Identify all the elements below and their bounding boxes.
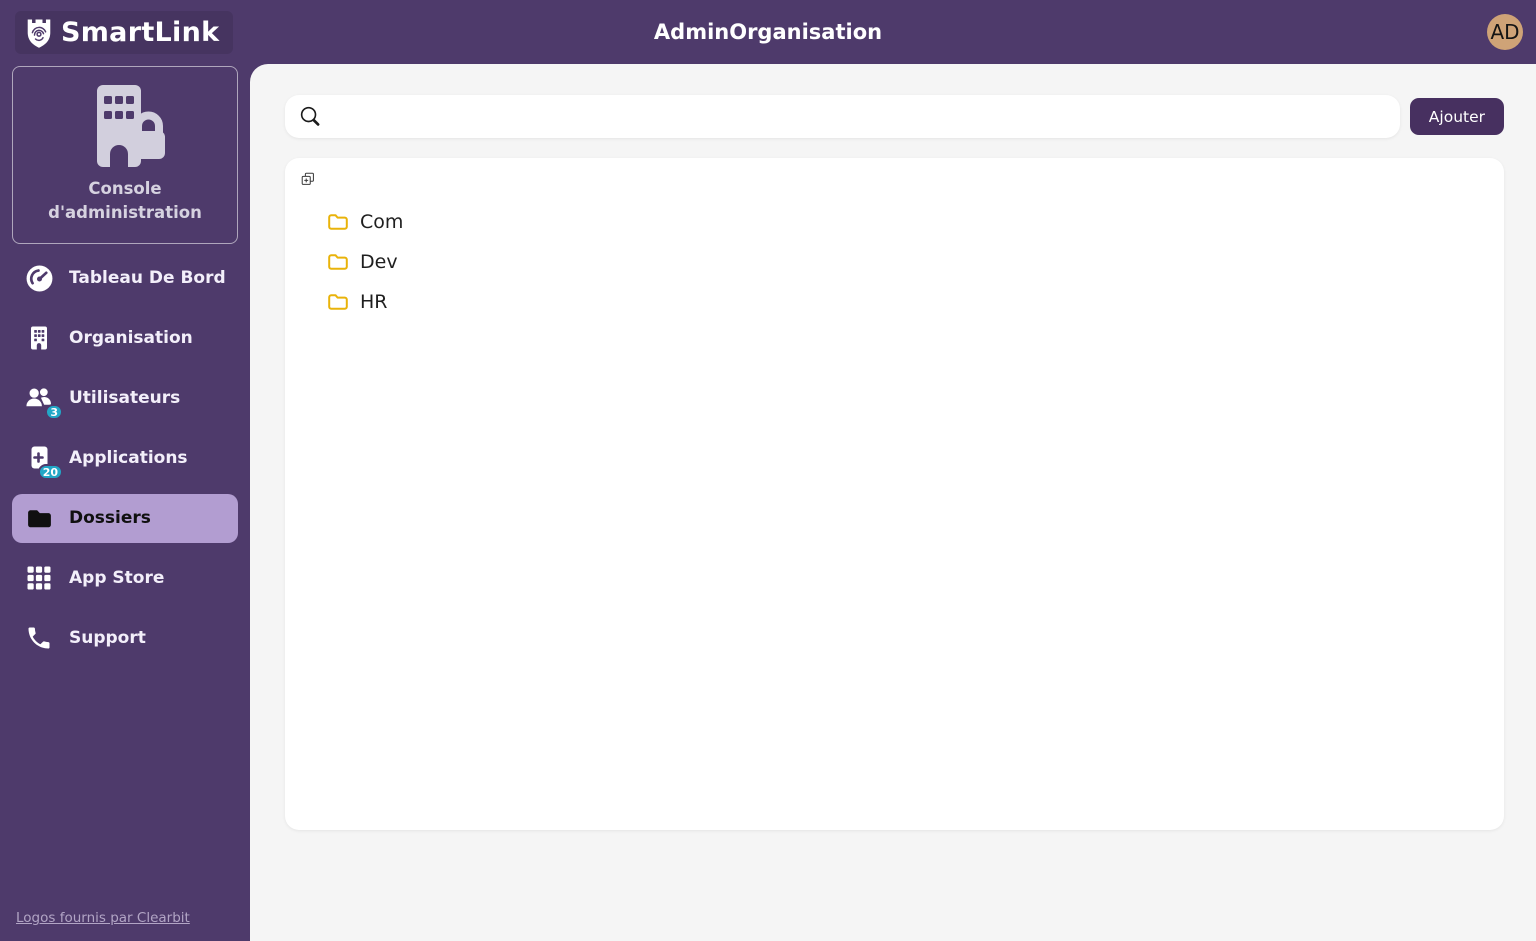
sidebar-item-support[interactable]: Support (12, 614, 238, 663)
apps-count-badge: 20 (37, 464, 63, 481)
topbar: SmartLink AdminOrganisation AD (0, 0, 1536, 64)
expand-all-icon[interactable] (301, 172, 315, 186)
folder-icon (24, 503, 54, 533)
logo-text: SmartLink (61, 16, 220, 48)
folder-icon (326, 290, 350, 314)
sidebar-item-utilisateurs[interactable]: 3 Utilisateurs (12, 374, 238, 423)
folder-row-dev[interactable]: Dev (326, 242, 1488, 282)
folder-name: Com (360, 211, 404, 233)
sidebar: Console d'administration Tableau De Bord (0, 64, 250, 941)
folder-icon (326, 210, 350, 234)
search-box (285, 95, 1400, 138)
main-content: Ajouter Com Dev HR (250, 64, 1536, 941)
users-count-badge: 3 (45, 404, 63, 421)
dashboard-icon (24, 263, 54, 293)
sidebar-item-dossiers[interactable]: Dossiers (12, 493, 238, 543)
folder-row-com[interactable]: Com (326, 202, 1488, 242)
user-avatar[interactable]: AD (1487, 14, 1523, 50)
console-card-label: Console d'administration (48, 179, 202, 222)
app-logo[interactable]: SmartLink (15, 10, 234, 54)
sidebar-item-organisation[interactable]: Organisation (12, 314, 238, 363)
sidebar-item-applications[interactable]: 20 Applications (12, 434, 238, 483)
sidebar-nav: Tableau De Bord Organisation 3 Utilisate… (0, 254, 250, 663)
grid-icon (24, 563, 54, 593)
folder-name: HR (360, 291, 388, 313)
users-icon: 3 (24, 383, 63, 421)
folder-tree-card: Com Dev HR (285, 158, 1504, 830)
shield-fingerprint-icon (24, 16, 54, 49)
building-lock-icon (75, 85, 175, 177)
clearbit-attribution-link[interactable]: Logos fournis par Clearbit (16, 910, 190, 926)
sidebar-item-app-store[interactable]: App Store (12, 554, 238, 603)
search-icon (298, 104, 323, 129)
building-icon (24, 323, 54, 353)
admin-console-card: Console d'administration (12, 66, 238, 244)
folder-name: Dev (360, 251, 398, 273)
search-input[interactable] (331, 107, 1387, 126)
phone-icon (24, 623, 54, 653)
folder-icon (326, 250, 350, 274)
sidebar-item-tableau-de-bord[interactable]: Tableau De Bord (12, 254, 238, 303)
app-plus-icon: 20 (24, 443, 63, 481)
add-folder-button[interactable]: Ajouter (1409, 98, 1504, 135)
folder-list: Com Dev HR (326, 202, 1488, 322)
folder-row-hr[interactable]: HR (326, 282, 1488, 322)
toolbar: Ajouter (285, 95, 1504, 138)
